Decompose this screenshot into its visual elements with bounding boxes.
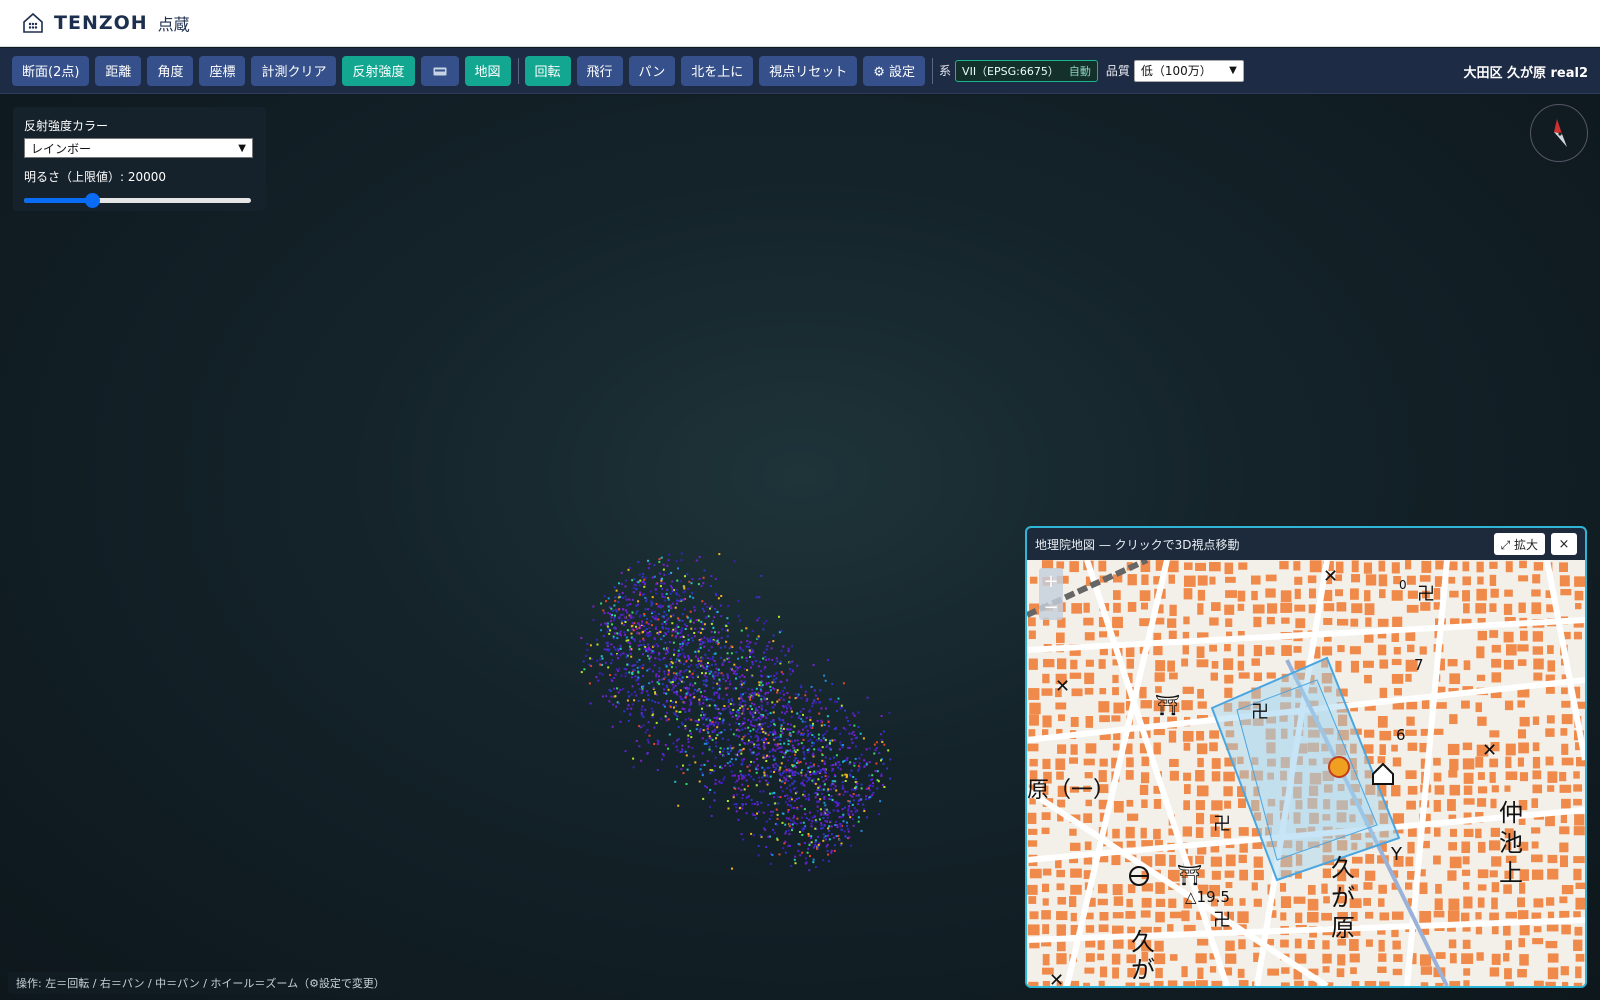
compass-needle-icon <box>1554 119 1567 147</box>
svg-text:✕: ✕ <box>1482 740 1497 761</box>
map-label-kugahara: 久が原 <box>1331 854 1355 942</box>
svg-text:Y: Y <box>1390 844 1403 865</box>
map-toggle-button[interactable]: 地図 <box>464 55 511 86</box>
section-2pt-button[interactable]: 断面(2点) <box>12 55 90 86</box>
map-label-7: 7 <box>1414 656 1424 674</box>
svg-text:✕: ✕ <box>1049 970 1064 986</box>
crs-auto-label: 自動 <box>1068 64 1091 78</box>
clear-measure-button[interactable]: 計測クリア <box>251 55 337 86</box>
coordinate-button[interactable]: 座標 <box>199 55 246 86</box>
toolbar-separator <box>932 57 934 84</box>
slider-thumb[interactable] <box>85 193 101 208</box>
slider-fill <box>24 198 93 203</box>
minimap-expand-button[interactable]: ⤢ 拡大 <box>1493 533 1545 555</box>
map-label-spot-height: △19.5 <box>1185 888 1230 906</box>
point-cloud-render <box>580 552 892 872</box>
svg-text:卍: 卍 <box>1251 702 1269 723</box>
brand-subtitle: 点蔵 <box>157 15 190 34</box>
svg-text:✕: ✕ <box>1323 566 1338 587</box>
crs-selector[interactable]: VII（EPSG:6675） 自動 <box>955 59 1098 82</box>
distance-button[interactable]: 距離 <box>95 55 142 86</box>
svg-text:⛩: ⛩ <box>1155 693 1180 717</box>
location-title: 大田区 久が原 real2 <box>1463 65 1588 81</box>
chevron-down-icon: ▼ <box>1229 65 1237 76</box>
north-up-button[interactable]: 北を上に <box>681 55 754 86</box>
intensity-color-value: レインボー <box>31 141 92 156</box>
controls-hint: 操作: 左＝回転 / 右＝パン / 中＝パン / ホイール＝ズーム（⚙設定で変更… <box>8 972 393 994</box>
rotate-mode-button[interactable]: 回転 <box>524 55 571 86</box>
minimap-title: 地理院地図 — クリックで3D視点移動 <box>1035 537 1240 552</box>
quality-label: 品質 <box>1105 64 1130 78</box>
toolbar: 断面(2点) 距離 角度 座標 計測クリア 反射強度 地図 回転 飛行 パン 北… <box>0 48 1600 94</box>
zoom-out-button[interactable]: − <box>1039 594 1063 620</box>
intensity-panel: 反射強度カラー レインボー ▼ 明るさ（上限値）: 20000 <box>13 107 266 211</box>
svg-text:卍: 卍 <box>1417 584 1435 605</box>
map-label-nakaike: 仲池上 <box>1499 799 1523 887</box>
map-label-kuga: 久が <box>1131 928 1155 984</box>
minimap-panel[interactable]: 地理院地図 — クリックで3D視点移動 ⤢ 拡大 × ✕ ✕ ✕ ✕ ⛩ ⛩ 卍… <box>1025 526 1587 988</box>
camera-button[interactable] <box>420 55 459 86</box>
intensity-button[interactable]: 反射強度 <box>342 55 415 86</box>
minimap-close-button[interactable]: × <box>1551 533 1577 555</box>
svg-text:卍: 卍 <box>1213 814 1231 835</box>
brand-name: TENZOH <box>54 12 148 34</box>
brightness-slider[interactable] <box>24 193 251 208</box>
app-header: TENZOH 点蔵 <box>0 0 1600 47</box>
reset-view-button[interactable]: 視点リセット <box>759 55 858 86</box>
svg-text:卍: 卍 <box>1213 910 1231 931</box>
fly-mode-button[interactable]: 飛行 <box>576 55 623 86</box>
svg-text:⛩: ⛩ <box>1177 863 1202 887</box>
camera-icon <box>433 67 446 75</box>
brightness-label: 明るさ（上限値）: 20000 <box>24 170 167 184</box>
compass[interactable] <box>1530 104 1588 162</box>
settings-button[interactable]: ⚙ 設定 <box>863 55 926 86</box>
toolbar-separator <box>517 57 519 84</box>
map-label-hara: 原（一） <box>1027 778 1116 803</box>
minimap-header: 地理院地図 — クリックで3D視点移動 ⤢ 拡大 × <box>1027 528 1585 560</box>
pan-mode-button[interactable]: パン <box>628 55 676 86</box>
zoom-in-button[interactable]: + <box>1039 568 1063 594</box>
crs-value: VII（EPSG:6675） <box>962 64 1059 78</box>
quality-select[interactable]: 低（100万） ▼ <box>1133 59 1244 82</box>
crs-label: 系 <box>939 64 952 78</box>
angle-button[interactable]: 角度 <box>147 55 194 86</box>
map-label-6: 6 <box>1396 726 1406 744</box>
svg-text:✕: ✕ <box>1055 676 1070 697</box>
minimap-zoom-control: + − <box>1039 568 1063 620</box>
intensity-color-select[interactable]: レインボー ▼ <box>24 138 253 158</box>
intensity-color-label: 反射強度カラー <box>24 119 109 133</box>
quality-value: 低（100万） <box>1140 64 1212 78</box>
chevron-down-icon: ▼ <box>238 142 246 154</box>
map-label-0: 0 <box>1399 578 1407 592</box>
house-grid-icon <box>23 12 43 33</box>
